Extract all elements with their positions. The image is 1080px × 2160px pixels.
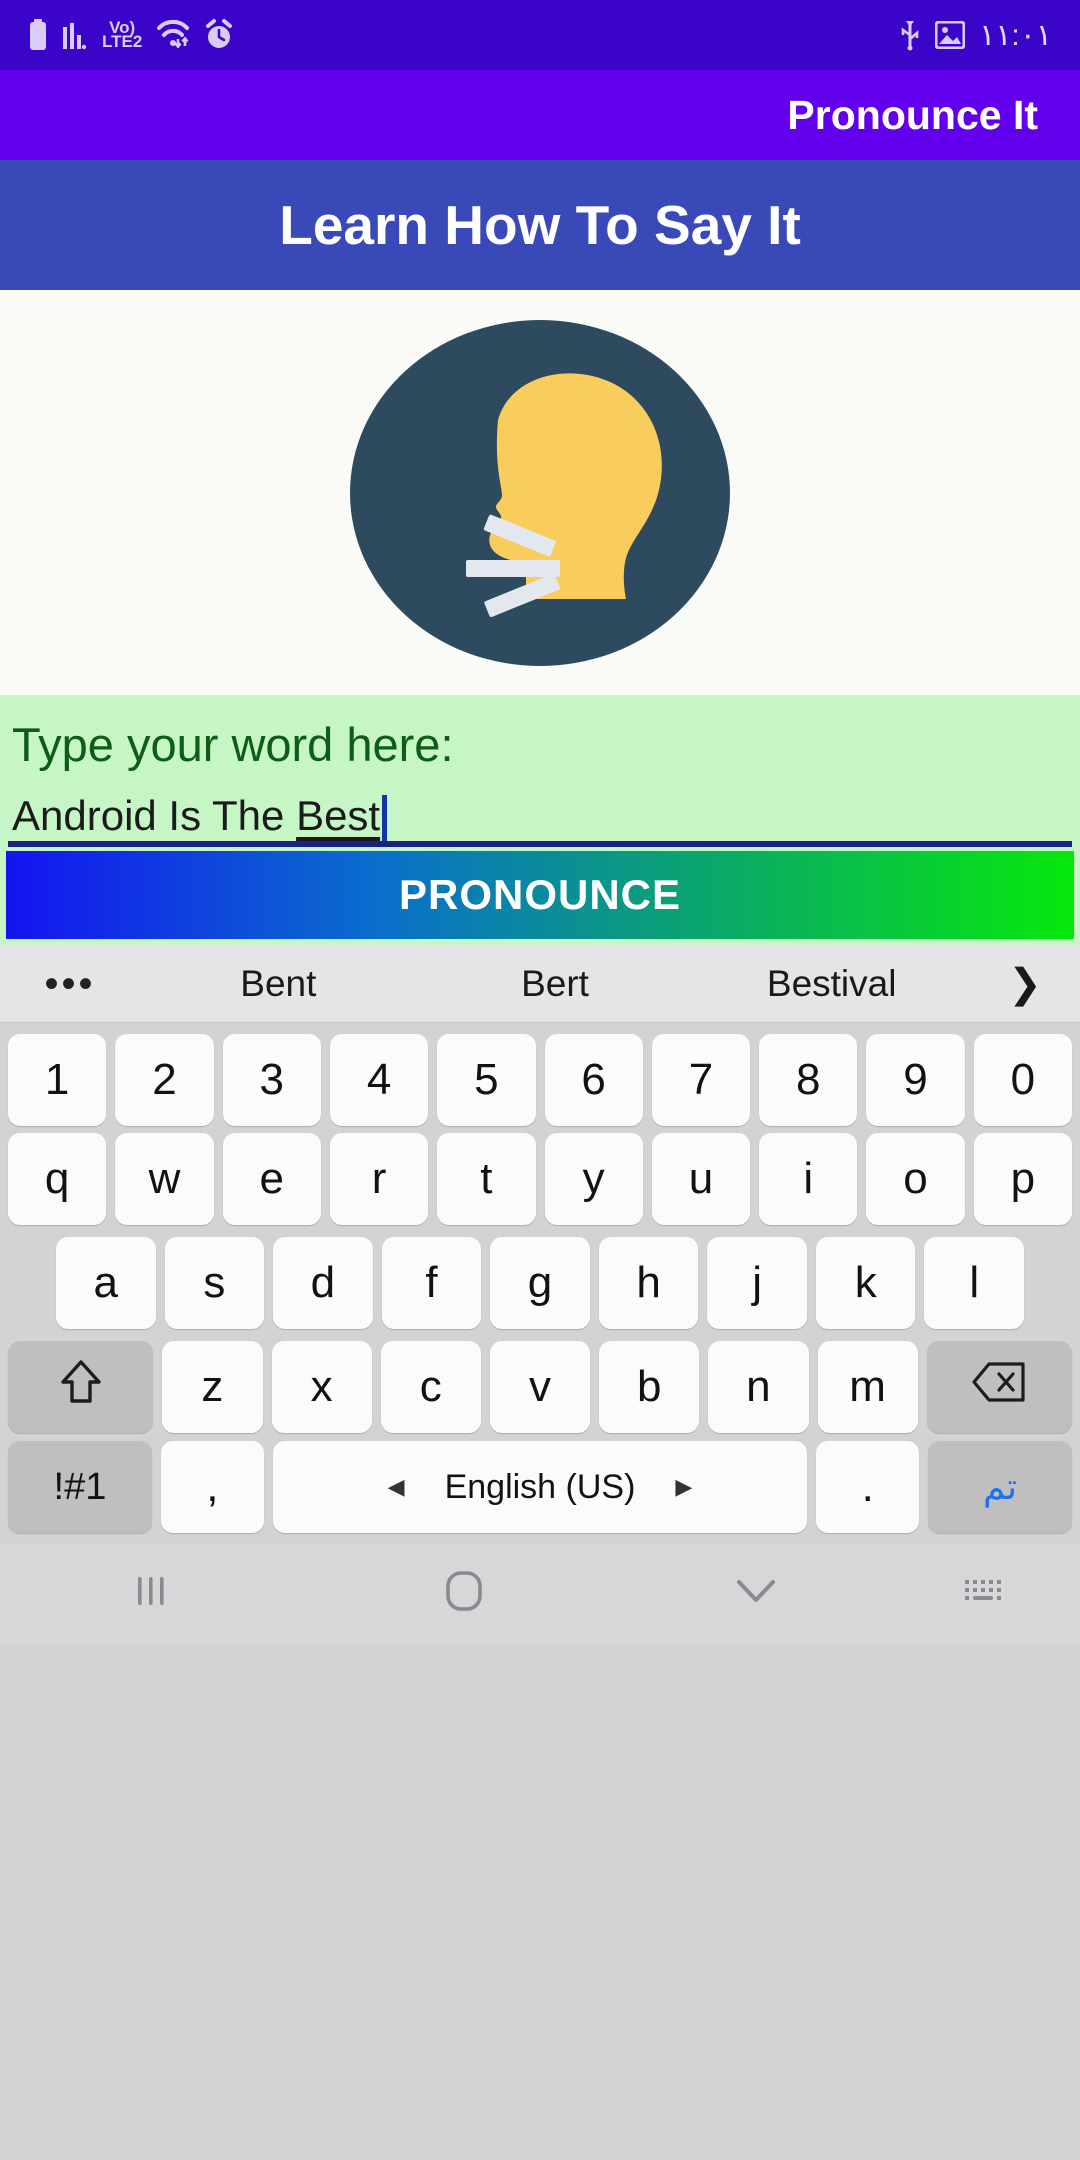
signal-bars-icon — [62, 19, 88, 51]
suggestion-expand-chevron-icon[interactable]: ❯ — [970, 961, 1080, 1007]
key-o[interactable]: o — [866, 1133, 965, 1225]
input-value-plain: Android Is The — [12, 792, 297, 839]
shift-key[interactable] — [8, 1341, 154, 1433]
key-4[interactable]: 4 — [329, 1034, 429, 1126]
input-label: Type your word here: — [12, 718, 454, 771]
system-navigation-bar — [0, 1543, 1080, 1643]
key-1[interactable]: 1 — [8, 1034, 107, 1126]
headline-banner: Learn How To Say It — [0, 160, 1080, 290]
suggestion-more-dots-icon[interactable]: ••• — [0, 964, 140, 1004]
keyboard-switch-button[interactable] — [886, 1575, 1080, 1612]
key-z[interactable]: z — [162, 1341, 263, 1433]
key-e[interactable]: e — [222, 1133, 321, 1225]
key-b[interactable]: b — [599, 1341, 700, 1433]
status-bar-right-icons: ١١:٠١ — [899, 18, 1052, 53]
input-value-composing: Best — [296, 792, 381, 839]
input-underline — [8, 841, 1072, 847]
alarm-icon — [204, 19, 234, 51]
key-8[interactable]: 8 — [759, 1034, 858, 1126]
key-9[interactable]: 9 — [866, 1034, 965, 1126]
status-bar: Vo) LTE2 ١١:٠١ — [0, 0, 1080, 70]
volte-icon: Vo) LTE2 — [102, 17, 143, 51]
key-k[interactable]: k — [815, 1237, 916, 1329]
key-t[interactable]: t — [437, 1133, 536, 1225]
soft-keyboard: ••• Bent Bert Bestival ❯ 1 2 3 4 5 6 7 8… — [0, 945, 1080, 1543]
key-j[interactable]: j — [707, 1237, 807, 1329]
speaking-head-illustration — [350, 320, 730, 666]
language-next-icon[interactable]: ▶ — [675, 1474, 692, 1500]
hide-keyboard-button[interactable] — [626, 1576, 885, 1611]
key-0[interactable]: 0 — [973, 1034, 1072, 1126]
key-5[interactable]: 5 — [437, 1034, 536, 1126]
key-3[interactable]: 3 — [222, 1034, 321, 1126]
illustration-area — [0, 290, 1080, 695]
key-d[interactable]: d — [273, 1237, 373, 1329]
suggestion-item-1[interactable]: Bent — [140, 963, 417, 1005]
keyboard-row-qwerty: q w e r t y u i o p — [0, 1127, 1080, 1231]
space-key[interactable]: ◀ English (US) ▶ — [272, 1441, 808, 1533]
key-w[interactable]: w — [115, 1133, 214, 1225]
keyboard-row-function: !#1 , ◀ English (US) ▶ . تم — [0, 1439, 1080, 1543]
key-f[interactable]: f — [381, 1237, 482, 1329]
status-bar-left-icons: Vo) LTE2 — [28, 17, 234, 51]
key-g[interactable]: g — [490, 1237, 590, 1329]
suggestion-strip: ••• Bent Bert Bestival ❯ — [0, 945, 1080, 1023]
home-button[interactable] — [302, 1570, 626, 1617]
key-v[interactable]: v — [489, 1341, 591, 1433]
home-icon — [445, 1570, 483, 1617]
key-h[interactable]: h — [598, 1237, 699, 1329]
app-bar: Pronounce It — [0, 70, 1080, 160]
key-c[interactable]: c — [380, 1341, 481, 1433]
key-m[interactable]: m — [817, 1341, 918, 1433]
suggestion-item-2[interactable]: Bert — [417, 963, 694, 1005]
keyboard-row-bottom-letters: z x c v b n m — [0, 1335, 1080, 1439]
key-s[interactable]: s — [164, 1237, 265, 1329]
hide-keyboard-chevron-icon — [734, 1576, 778, 1611]
key-p[interactable]: p — [973, 1133, 1072, 1225]
period-key[interactable]: . — [816, 1441, 920, 1533]
recents-icon — [134, 1571, 168, 1616]
key-r[interactable]: r — [329, 1133, 429, 1225]
suggestion-item-3[interactable]: Bestival — [693, 963, 970, 1005]
keyboard-row-numbers: 1 2 3 4 5 6 7 8 9 0 — [0, 1023, 1080, 1127]
phone-screen: Vo) LTE2 ١١:٠١ Pronounce It Learn How To… — [0, 0, 1080, 2160]
app-title: Pronounce It — [787, 91, 1038, 138]
backspace-key[interactable] — [926, 1341, 1073, 1433]
status-bar-clock: ١١:٠١ — [979, 18, 1052, 52]
shift-icon — [59, 1357, 103, 1418]
recents-button[interactable] — [0, 1571, 302, 1616]
key-l[interactable]: l — [924, 1237, 1025, 1329]
wifi-icon — [156, 19, 190, 51]
key-q[interactable]: q — [8, 1133, 107, 1225]
screenshot-image-icon — [935, 21, 966, 49]
key-a[interactable]: a — [55, 1237, 156, 1329]
pronounce-button-label: PRONOUNCE — [398, 871, 682, 918]
key-6[interactable]: 6 — [544, 1034, 643, 1126]
language-prev-icon[interactable]: ◀ — [388, 1474, 405, 1500]
key-u[interactable]: u — [651, 1133, 751, 1225]
symbols-key[interactable]: !#1 — [8, 1441, 152, 1533]
key-7[interactable]: 7 — [651, 1034, 751, 1126]
key-x[interactable]: x — [271, 1341, 372, 1433]
keyboard-switch-icon — [962, 1575, 1004, 1612]
key-i[interactable]: i — [759, 1133, 858, 1225]
key-n[interactable]: n — [708, 1341, 809, 1433]
key-2[interactable]: 2 — [115, 1034, 214, 1126]
done-key[interactable]: تم — [928, 1441, 1072, 1533]
backspace-icon — [971, 1361, 1027, 1414]
headline-text: Learn How To Say It — [279, 194, 801, 256]
keyboard-row-home: a s d f g h j k l — [0, 1231, 1080, 1335]
key-y[interactable]: y — [544, 1133, 643, 1225]
word-input-field[interactable]: Android Is The Best — [12, 790, 1068, 845]
battery-icon — [28, 19, 48, 51]
space-key-label: English (US) — [444, 1467, 636, 1506]
word-input-panel: Type your word here: Android Is The Best — [0, 695, 1080, 847]
comma-key[interactable]: , — [160, 1441, 264, 1533]
usb-icon — [899, 19, 921, 51]
text-caret — [382, 795, 388, 845]
pronounce-button-wrap: PRONOUNCE — [0, 847, 1080, 945]
pronounce-button[interactable]: PRONOUNCE — [6, 851, 1074, 939]
